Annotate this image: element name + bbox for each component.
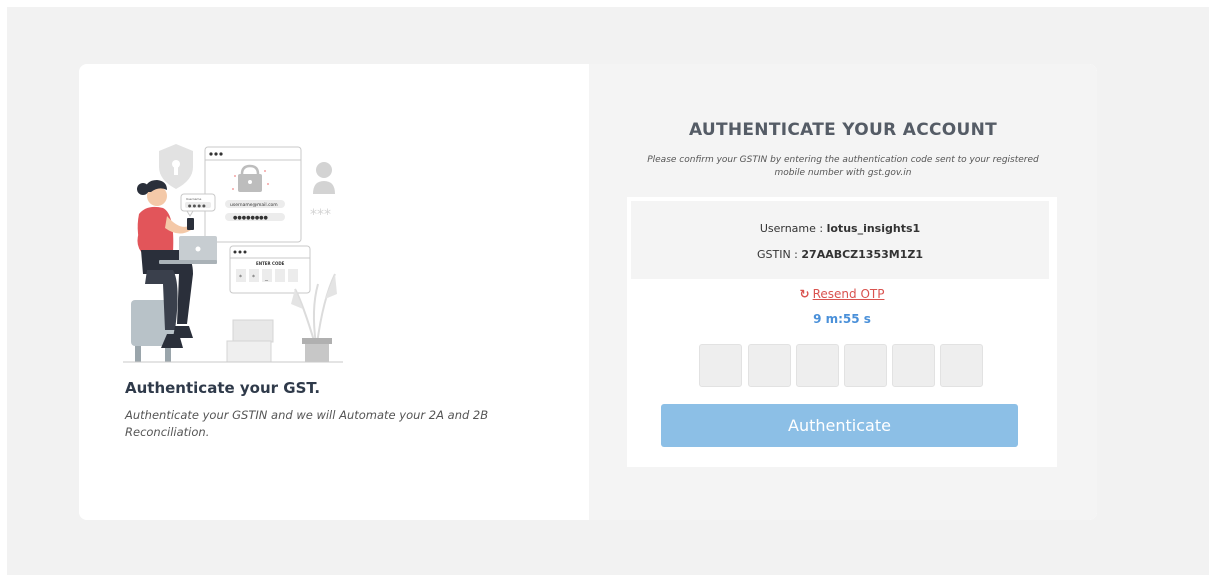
svg-text:*: * <box>252 274 255 281</box>
svg-text:● ● ● ●: ● ● ● ● <box>188 203 206 208</box>
username-value: lotus_insights1 <box>826 222 921 235</box>
left-description: Authenticate your GSTIN and we will Auto… <box>125 408 489 439</box>
authentication-illustration: username@mail.com ●●●●●●●● Username ● ● … <box>123 144 343 363</box>
page-subtitle: Please confirm your GSTIN by entering th… <box>647 155 1039 178</box>
otp-timer: 9 m:55 s <box>813 312 871 326</box>
otp-digit-1[interactable] <box>699 344 742 387</box>
page-title: AUTHENTICATE YOUR ACCOUNT <box>688 120 998 140</box>
phone-icon <box>187 218 194 230</box>
svg-text:username@mail.com: username@mail.com <box>230 202 278 208</box>
otp-digit-4[interactable] <box>844 344 887 387</box>
otp-digit-3[interactable] <box>796 344 839 387</box>
authenticate-button[interactable]: Authenticate <box>661 404 1018 447</box>
refresh-icon: ↻ <box>799 287 810 301</box>
otp-input-row <box>699 344 989 388</box>
plant-pot <box>305 342 329 362</box>
svg-text:***: *** <box>310 207 331 223</box>
login-window <box>204 146 302 243</box>
gstin-value: 27AABCZ1353M1Z1 <box>801 248 924 261</box>
right-pane: AUTHENTICATE YOUR ACCOUNT Please confirm… <box>589 64 1097 520</box>
otp-digit-2[interactable] <box>748 344 791 387</box>
resend-otp-label: Resend OTP <box>812 287 885 301</box>
otp-digit-6[interactable] <box>940 344 983 387</box>
svg-text:ENTER CODE: ENTER CODE <box>256 261 285 266</box>
svg-text:●●●●●●●●: ●●●●●●●● <box>233 215 269 221</box>
left-title: Authenticate your GST. <box>125 379 321 397</box>
username-label: Username : <box>759 222 827 235</box>
resend-otp-link[interactable]: ↻ Resend OTP <box>627 287 1057 301</box>
gstin-row: GSTIN : 27AABCZ1353M1Z1 <box>631 248 1049 261</box>
user-icon <box>316 162 332 178</box>
otp-digit-5[interactable] <box>892 344 935 387</box>
account-info-box: Username : lotus_insights1 GSTIN : 27AAB… <box>631 201 1049 279</box>
left-pane: username@mail.com ●●●●●●●● Username ● ● … <box>79 64 589 520</box>
svg-text:*: * <box>239 274 242 281</box>
svg-text:Username: Username <box>186 197 201 201</box>
username-row: Username : lotus_insights1 <box>631 222 1049 235</box>
auth-card: username@mail.com ●●●●●●●● Username ● ● … <box>79 64 1097 520</box>
gstin-label: GSTIN : <box>756 248 802 261</box>
auth-panel: Username : lotus_insights1 GSTIN : 27AAB… <box>627 197 1057 467</box>
